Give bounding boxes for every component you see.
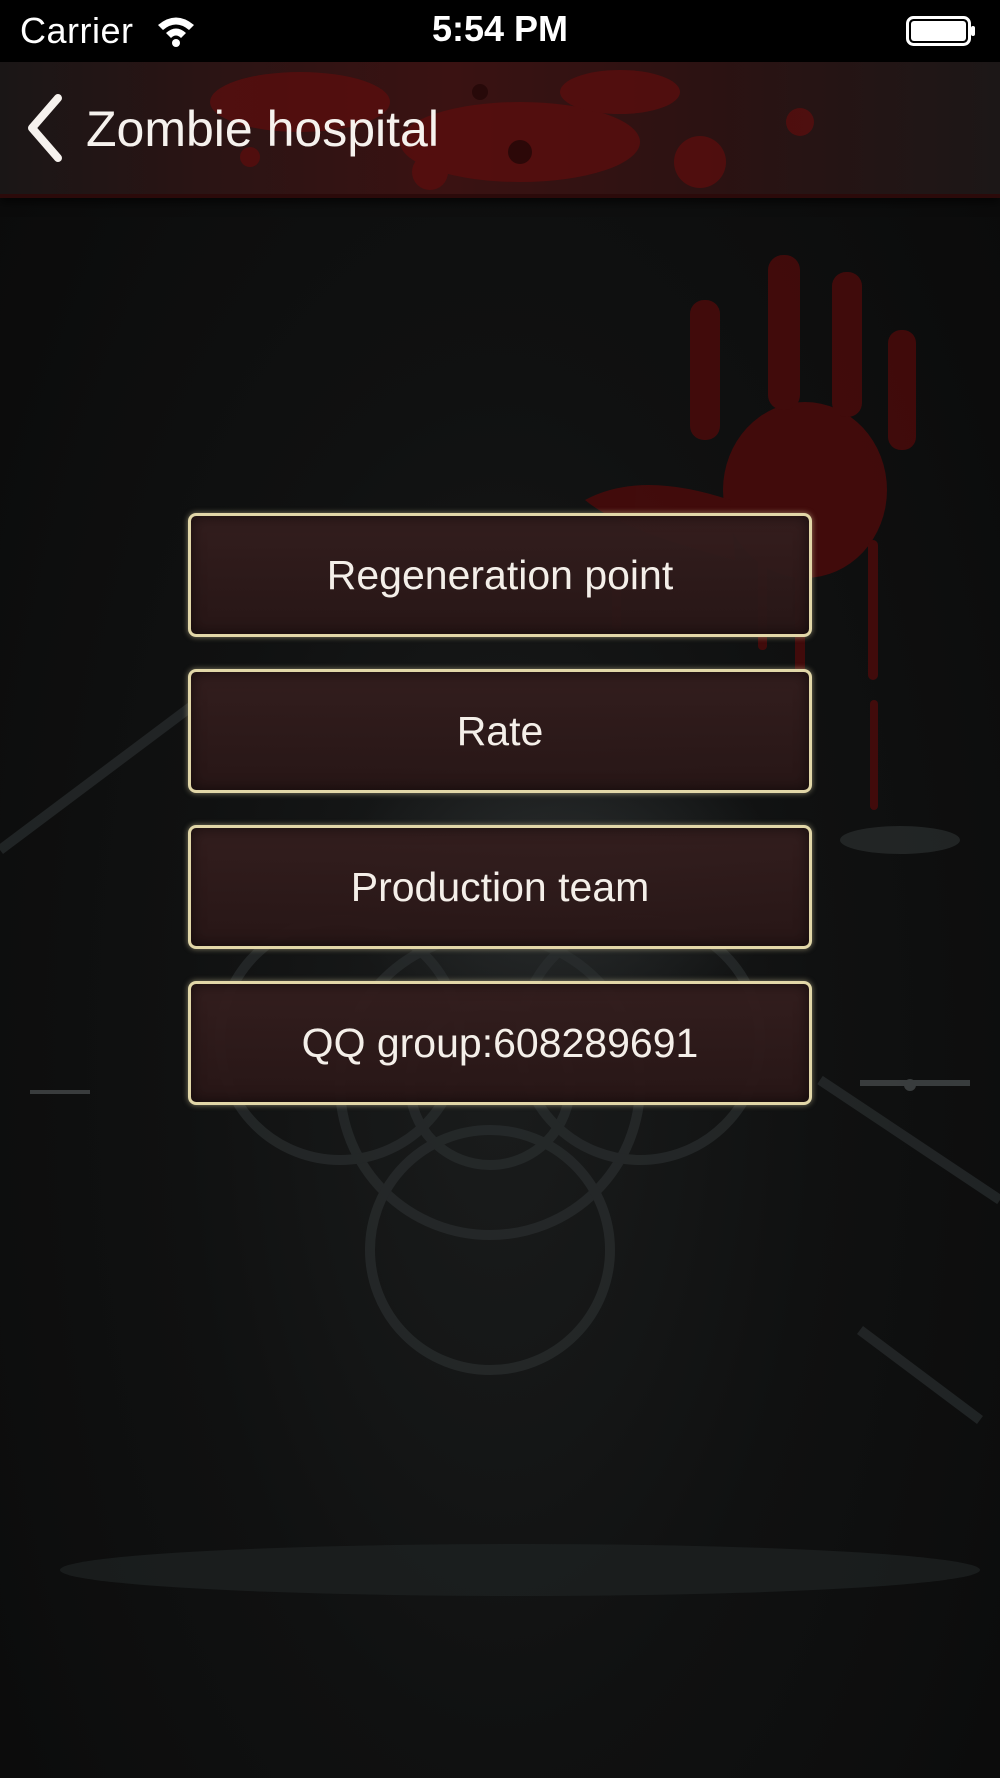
regeneration-point-button[interactable]: Regeneration point [188,513,812,637]
page-title: Zombie hospital [86,101,439,157]
main-menu: Regeneration point Rate Production team … [188,513,812,1137]
app-screen: Carrier 5:54 PM Zombie hospital Regenera… [0,0,1000,1778]
navigation-bar: Zombie hospital [0,62,1000,198]
status-bar: Carrier 5:54 PM [0,0,1000,62]
chevron-left-icon [28,94,62,162]
qq-group-button[interactable]: QQ group:608289691 [188,981,812,1105]
battery-icon [906,16,975,46]
rate-button[interactable]: Rate [188,669,812,793]
status-time: 5:54 PM [431,8,569,49]
production-team-button[interactable]: Production team [188,825,812,949]
back-button[interactable] [18,92,78,164]
